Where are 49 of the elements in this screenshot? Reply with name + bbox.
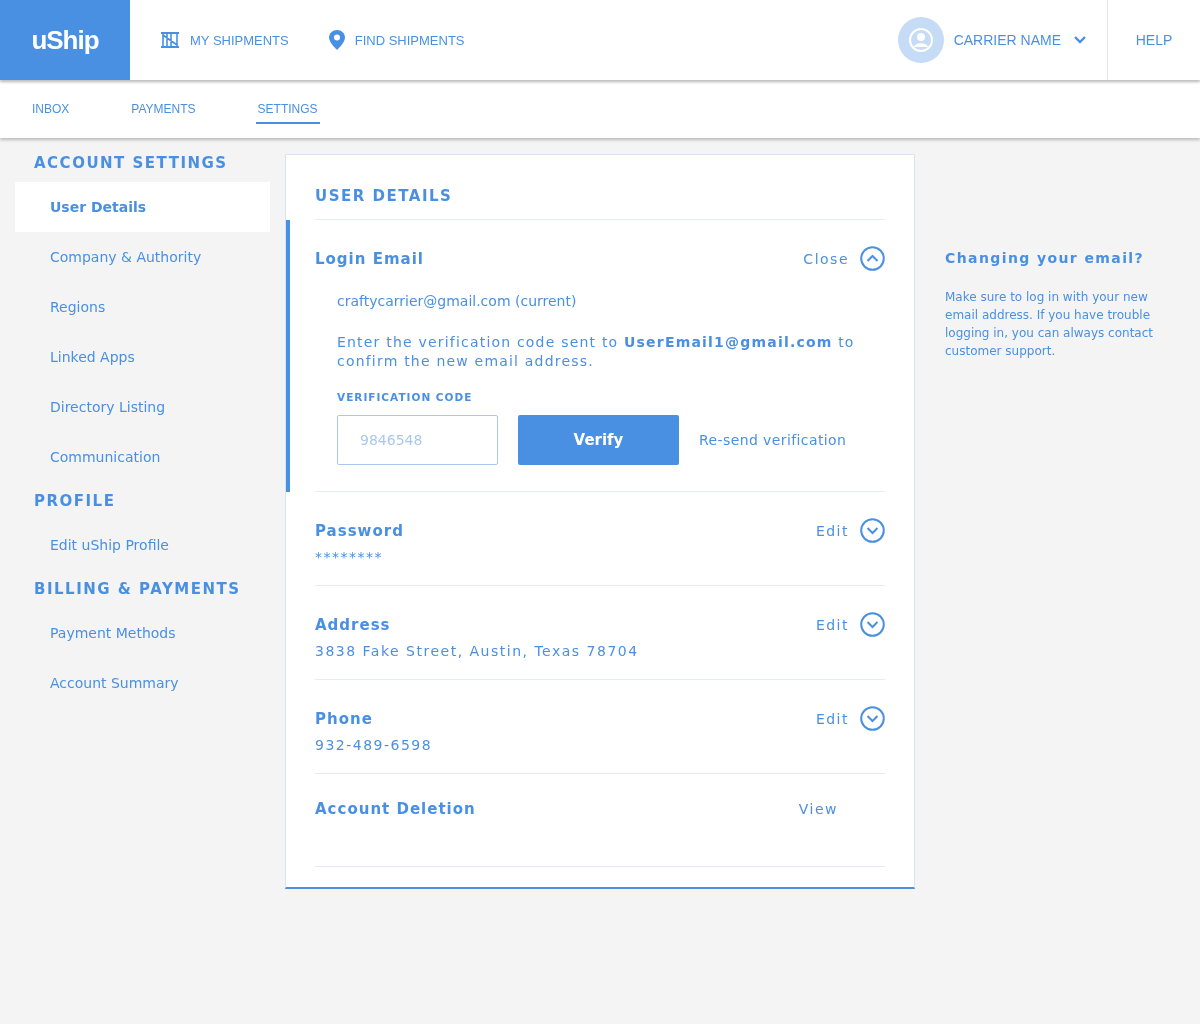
help-text: Make sure to log in with your new email address. If you have trouble logging in, you can always contact customer support.: [945, 289, 1154, 360]
map-pin-icon: [328, 30, 345, 50]
nav-tab[interactable]: PAYMENTS: [129, 96, 198, 124]
section-action-link[interactable]: Edit: [815, 710, 849, 727]
section-action-link[interactable]: View: [798, 801, 838, 817]
section-label: Address: [315, 615, 392, 634]
chevron-down-icon: [1073, 35, 1087, 45]
section-label: Account Deletion: [315, 800, 477, 818]
section-value: 932-489-6598: [315, 737, 434, 753]
section-value: 3838 Fake Street, Austin, Texas 78704: [315, 643, 640, 659]
user-menu[interactable]: CARRIER NAME: [953, 32, 1087, 48]
sidebar-item[interactable]: Account Summary: [15, 658, 270, 708]
help-title: Changing your email?: [945, 250, 1146, 266]
sidebar-item[interactable]: Edit uShip Profile: [15, 520, 270, 570]
sidebar-item[interactable]: Linked Apps: [15, 332, 270, 382]
resend-link[interactable]: Re-send verification: [699, 432, 847, 448]
chevron-down-icon[interactable]: [860, 706, 885, 731]
logo[interactable]: uShip: [0, 0, 130, 80]
section-action-link[interactable]: Close: [803, 250, 849, 267]
section-label: Login Email: [315, 249, 425, 268]
chevron-down-icon[interactable]: [860, 612, 885, 637]
sidebar-item[interactable]: Company & Authority: [15, 232, 270, 282]
chevron-up-icon[interactable]: [860, 246, 885, 271]
field-label: VERIFICATION CODE: [337, 391, 474, 403]
nav-link[interactable]: MY SHIPMENTS: [160, 30, 289, 50]
crate-icon: [160, 30, 180, 50]
verification-code-field[interactable]: 9846548: [337, 415, 498, 465]
instruction-text: Enter the verification code sent to UserEmail1@gmail.com to confirm the new email address.: [337, 333, 856, 371]
nav-tab[interactable]: SETTINGS: [255, 96, 320, 124]
current-email: craftycarrier@gmail.com (current): [337, 293, 578, 309]
nav-link[interactable]: FIND SHIPMENTS: [328, 30, 465, 50]
sidebar-heading: ACCOUNT SETTINGS: [33, 154, 229, 172]
nav-tab[interactable]: INBOX: [30, 96, 72, 124]
sidebar-heading: PROFILE: [33, 492, 117, 510]
chevron-down-icon[interactable]: [860, 518, 885, 543]
section-label: Password: [315, 521, 405, 540]
sidebar-item[interactable]: Directory Listing: [15, 382, 270, 432]
sidebar-item[interactable]: Payment Methods: [15, 608, 270, 658]
help-link[interactable]: HELP: [1107, 0, 1200, 80]
section-action-link[interactable]: Edit: [815, 616, 849, 633]
verify-button[interactable]: Verify: [518, 415, 679, 465]
sidebar-heading: BILLING & PAYMENTS: [33, 580, 242, 598]
section-value: ********: [315, 549, 384, 565]
panel-title: USER DETAILS: [315, 155, 885, 220]
section-label: Phone: [315, 709, 374, 728]
sidebar-item[interactable]: Communication: [15, 432, 270, 482]
sidebar-item[interactable]: Regions: [15, 282, 270, 332]
sidebar-item[interactable]: User Details: [15, 182, 270, 232]
section-action-link[interactable]: Edit: [815, 522, 849, 539]
